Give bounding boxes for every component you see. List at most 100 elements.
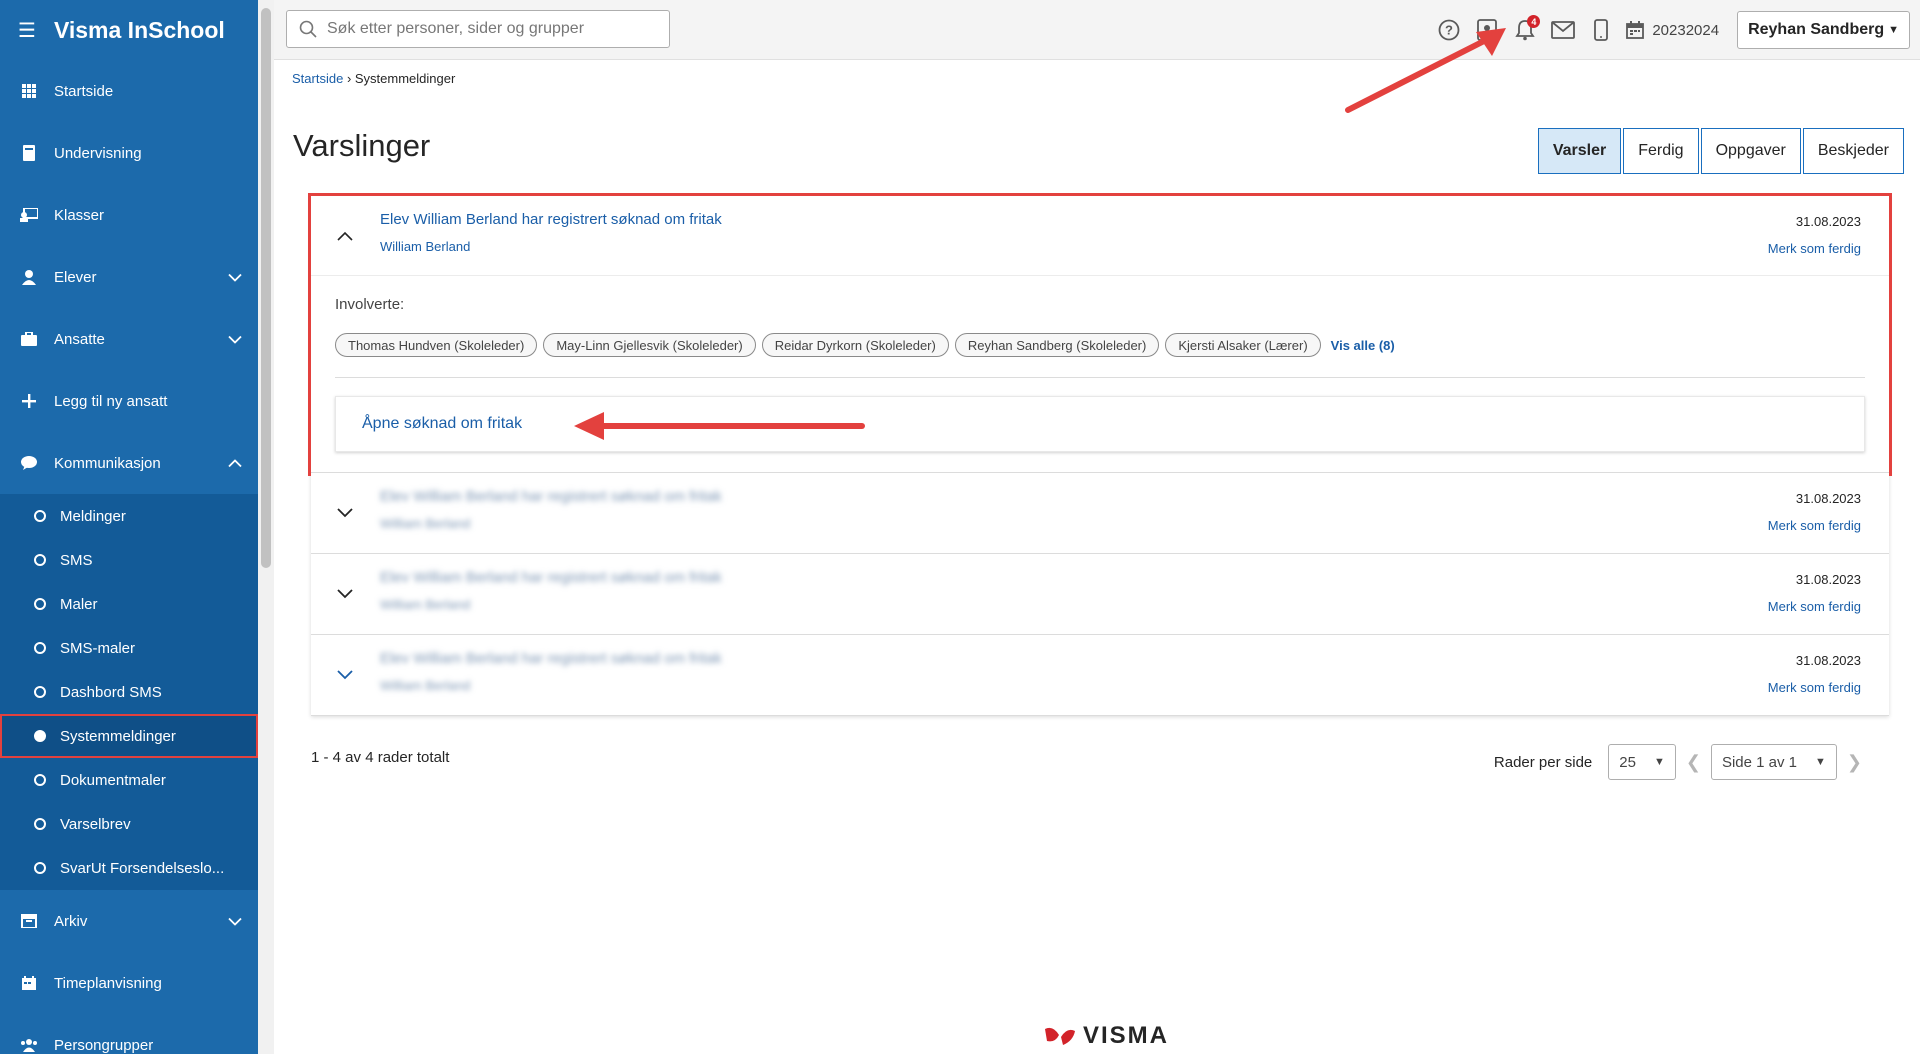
notification-date: 31.08.2023	[1795, 572, 1861, 587]
sidebar-scrollbar[interactable]	[258, 0, 274, 1054]
kommunikasjon-submenu: Meldinger SMS Maler SMS-maler Dashbord S…	[0, 494, 258, 890]
involved-chip[interactable]: Reyhan Sandberg (Skoleleder)	[954, 333, 1160, 357]
open-application-link[interactable]: Åpne søknad om fritak	[335, 396, 1865, 452]
chevron-up-icon[interactable]	[335, 226, 355, 246]
sidebar-item-label: Arkiv	[54, 912, 88, 930]
notification-title[interactable]: Elev William Berland har registrert søkn…	[380, 488, 722, 505]
sidebar-item-arkiv[interactable]: Arkiv	[0, 890, 258, 952]
sidebar-item-timeplanvisning[interactable]: Timeplanvisning	[0, 952, 258, 1014]
topbar-icons: ? 4 20232024 Reyhan Sandberg ▼	[1430, 0, 1920, 60]
sidebar-subitem-sms-maler[interactable]: SMS-maler	[0, 626, 258, 670]
sidebar-subitem-label: Meldinger	[60, 507, 126, 525]
tab-oppgaver[interactable]: Oppgaver	[1700, 128, 1801, 174]
chevron-up-icon[interactable]	[228, 455, 242, 472]
notification-title[interactable]: Elev William Berland har registrert søkn…	[380, 211, 722, 228]
chevron-down-icon[interactable]	[335, 665, 355, 685]
mail-icon[interactable]	[1544, 11, 1582, 49]
user-name: Reyhan Sandberg	[1748, 21, 1885, 38]
menu-icon[interactable]: ☰	[18, 18, 36, 43]
notification-card: Elev William Berland har registrert søkn…	[311, 473, 1889, 554]
visma-logo: VISMA	[1043, 1022, 1169, 1050]
sidebar-item-startside[interactable]: Startside	[0, 60, 258, 122]
mark-done-link[interactable]: Merk som ferdig	[1768, 599, 1861, 614]
rows-per-page-select[interactable]: 25 ▼	[1608, 744, 1676, 780]
sidebar-subitem-varselbrev[interactable]: Varselbrev	[0, 802, 258, 846]
sidebar-subitem-dashbord-sms[interactable]: Dashbord SMS	[0, 670, 258, 714]
involved-chip[interactable]: May-Linn Gjellesvik (Skoleleder)	[543, 333, 756, 357]
archive-icon	[20, 912, 38, 930]
school-year[interactable]: 20232024	[1652, 22, 1719, 39]
sidebar-subitem-maler[interactable]: Maler	[0, 582, 258, 626]
notification-header[interactable]: Elev William Berland har registrert søkn…	[311, 196, 1889, 276]
chevron-down-icon[interactable]	[228, 913, 242, 930]
page-select-value: Side 1 av 1	[1721, 753, 1798, 771]
notification-header[interactable]: Elev William Berland har registrert søkn…	[311, 473, 1889, 553]
show-all-link[interactable]: Vis alle (8)	[1331, 338, 1395, 353]
chevron-down-icon[interactable]	[228, 269, 242, 286]
tab-ferdig[interactable]: Ferdig	[1623, 128, 1699, 174]
previous-page-icon[interactable]: ❮	[1686, 752, 1701, 773]
sidebar-subitem-sms[interactable]: SMS	[0, 538, 258, 582]
sidebar-item-kommunikasjon[interactable]: Kommunikasjon	[0, 432, 258, 494]
notification-student[interactable]: William Berland	[380, 516, 470, 531]
notification-list: Elev William Berland har registrert søkn…	[308, 193, 1892, 716]
sidebar-item-label: Ansatte	[54, 330, 105, 348]
help-icon[interactable]: ?	[1430, 11, 1468, 49]
sidebar-subitem-dokumentmaler[interactable]: Dokumentmaler	[0, 758, 258, 802]
notification-body: Involverte: Thomas Hundven (Skoleleder) …	[311, 276, 1889, 472]
notification-title[interactable]: Elev William Berland har registrert søkn…	[380, 569, 722, 586]
chevron-down-icon[interactable]	[335, 584, 355, 604]
caret-down-icon: ▼	[1888, 24, 1899, 36]
chat-bubble-icon	[20, 454, 38, 472]
radio-dot-icon	[34, 598, 46, 610]
next-page-icon[interactable]: ❯	[1847, 752, 1862, 773]
app-title[interactable]: Visma InSchool	[54, 17, 225, 44]
notification-header[interactable]: Elev William Berland har registrert søkn…	[311, 635, 1889, 715]
search-input[interactable]	[327, 20, 657, 38]
mobile-phone-icon[interactable]	[1582, 11, 1620, 49]
sidebar-subitem-label: Dashbord SMS	[60, 683, 162, 701]
user-menu-button[interactable]: Reyhan Sandberg ▼	[1737, 11, 1910, 49]
classroom-icon	[20, 206, 38, 224]
scrollbar-thumb[interactable]	[261, 8, 271, 568]
involved-chip[interactable]: Reidar Dyrkorn (Skoleleder)	[761, 333, 949, 357]
sidebar-item-label: Timeplanvisning	[54, 974, 162, 992]
sidebar-item-legg-til-ny-ansatt[interactable]: Legg til ny ansatt	[0, 370, 258, 432]
bell-icon[interactable]: 4	[1506, 11, 1544, 49]
breadcrumb-home-link[interactable]: Startside	[292, 71, 343, 86]
brand: ☰ Visma InSchool	[0, 0, 258, 60]
mark-done-link[interactable]: Merk som ferdig	[1768, 680, 1861, 695]
chevron-down-icon[interactable]	[228, 331, 242, 348]
involved-chip[interactable]: Thomas Hundven (Skoleleder)	[335, 333, 538, 357]
chevron-down-icon[interactable]	[335, 503, 355, 523]
mark-done-link[interactable]: Merk som ferdig	[1768, 241, 1861, 256]
notification-card: Elev William Berland har registrert søkn…	[311, 635, 1889, 716]
tab-varsler[interactable]: Varsler	[1537, 128, 1622, 174]
mark-done-link[interactable]: Merk som ferdig	[1768, 518, 1861, 533]
sidebar-item-label: Persongrupper	[54, 1036, 154, 1054]
involved-chips: Thomas Hundven (Skoleleder) May-Linn Gje…	[335, 333, 1865, 378]
search-box[interactable]	[286, 10, 670, 48]
sidebar-item-elever[interactable]: Elever	[0, 246, 258, 308]
notification-student[interactable]: William Berland	[380, 678, 470, 693]
sidebar-item-persongrupper[interactable]: Persongrupper	[0, 1014, 258, 1054]
page-title: Varslinger	[293, 128, 431, 163]
sidebar-subitem-systemmeldinger[interactable]: Systemmeldinger	[0, 714, 258, 758]
notification-title[interactable]: Elev William Berland har registrert søkn…	[380, 650, 722, 667]
sidebar-subitem-meldinger[interactable]: Meldinger	[0, 494, 258, 538]
tab-beskjeder[interactable]: Beskjeder	[1802, 128, 1904, 174]
pagination: Rader per side 25 ▼ ❮ Side 1 av 1 ▼ ❯	[1494, 744, 1872, 780]
notification-student[interactable]: William Berland	[380, 597, 470, 612]
notification-student[interactable]: William Berland	[380, 239, 470, 254]
sidebar-subitem-label: SvarUt Forsendelseslo...	[60, 859, 225, 877]
sidebar-item-ansatte[interactable]: Ansatte	[0, 308, 258, 370]
involved-chip[interactable]: Kjersti Alsaker (Lærer)	[1165, 333, 1321, 357]
page-select[interactable]: Side 1 av 1 ▼	[1710, 744, 1837, 780]
sidebar-item-klasser[interactable]: Klasser	[0, 184, 258, 246]
sidebar-item-undervisning[interactable]: Undervisning	[0, 122, 258, 184]
calendar-icon[interactable]	[1620, 11, 1650, 49]
breadcrumb: Startside › Systemmeldinger	[292, 71, 455, 86]
notification-header[interactable]: Elev William Berland har registrert søkn…	[311, 554, 1889, 634]
contact-card-icon[interactable]	[1468, 11, 1506, 49]
sidebar-subitem-svarut[interactable]: SvarUt Forsendelseslo...	[0, 846, 258, 890]
